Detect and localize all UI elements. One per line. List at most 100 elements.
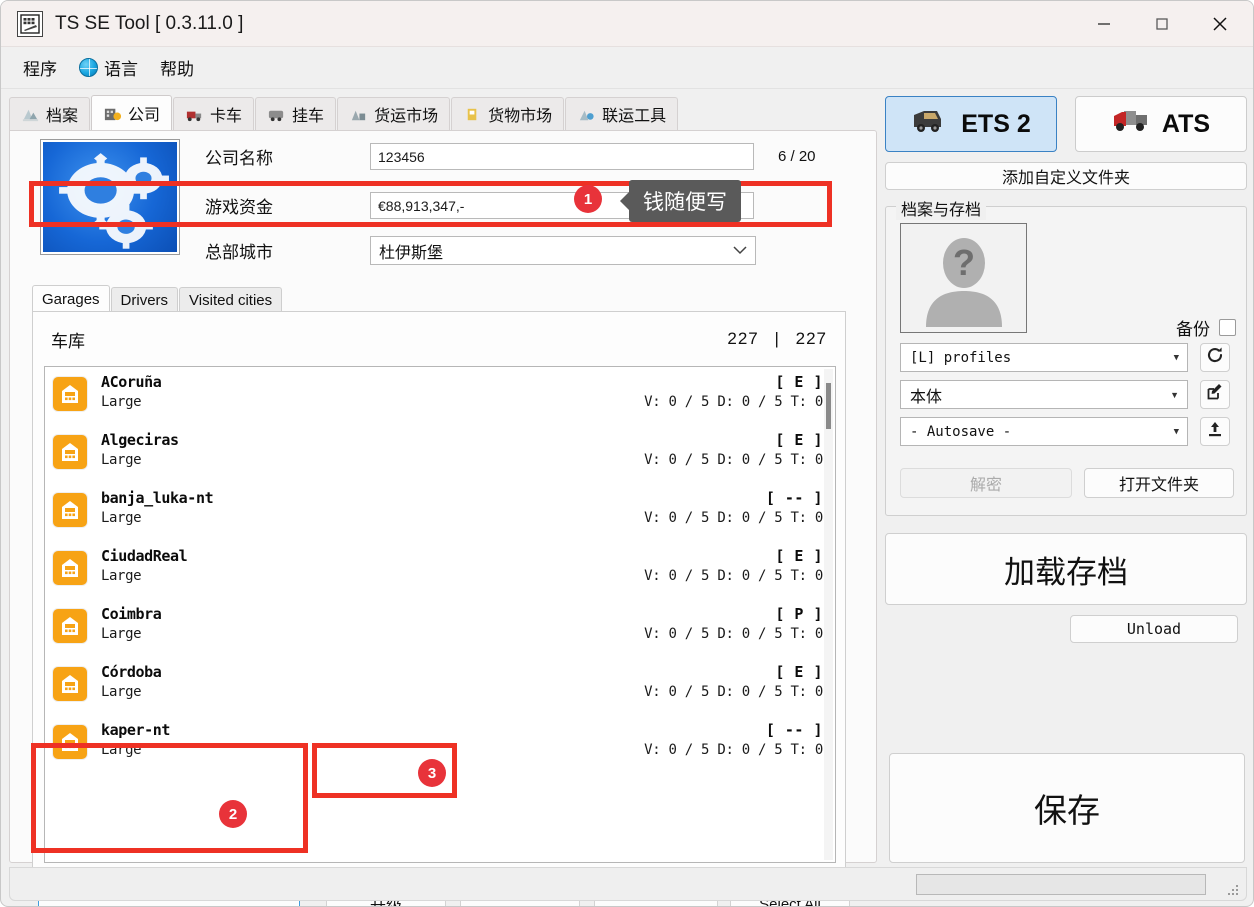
- platform-ets2-button[interactable]: ETS 2: [885, 96, 1057, 152]
- subtab-garages[interactable]: Garages: [32, 285, 110, 312]
- garages-count-separator: |: [774, 329, 780, 348]
- tab-freight-market[interactable]: 货运市场: [337, 97, 451, 130]
- savegame-value: - Autosave -: [910, 423, 1012, 440]
- table-row[interactable]: ACoruña Large [ E ] V: 0 / 5 D: 0 / 5 T:…: [45, 367, 835, 425]
- profiles-and-saves-group: 档案与存档 ? 备份 [L] profiles ▼ 本体 ▼ - Autosav…: [885, 196, 1247, 516]
- tab-intermodal-tools[interactable]: 联运工具: [565, 97, 679, 130]
- tooltip-money: 钱随便写: [629, 180, 741, 222]
- menu-item-program[interactable]: 程序: [23, 55, 57, 80]
- main-tab-bar: 档案 公司 卡车 挂车 货运市场 货物市场 联运工具: [9, 95, 877, 130]
- table-row[interactable]: banja_luka-nt Large [ -- ] V: 0 / 5 D: 0…: [45, 483, 835, 541]
- scrollbar-thumb[interactable]: [826, 383, 831, 429]
- sub-tab-bar: Garages Drivers Visited cities: [32, 285, 283, 312]
- table-row[interactable]: Córdoba Large [ E ] V: 0 / 5 D: 0 / 5 T:…: [45, 657, 835, 715]
- savegame-select[interactable]: - Autosave - ▼: [900, 417, 1188, 446]
- resize-grip[interactable]: [1228, 884, 1240, 896]
- garage-stats: V: 0 / 5 D: 0 / 5 T: 0: [644, 452, 823, 468]
- open-folder-button[interactable]: 打开文件夹: [1084, 468, 1234, 498]
- company-logo: [40, 139, 180, 255]
- tab-profiles[interactable]: 档案: [9, 97, 91, 130]
- hq-city-label: 总部城市: [205, 243, 273, 262]
- garage-size: Large: [101, 452, 142, 468]
- company-gears-logo: [43, 142, 177, 252]
- save-type-value: 本体: [910, 388, 943, 406]
- profile-select[interactable]: [L] profiles ▼: [900, 343, 1188, 372]
- edit-icon: [1206, 383, 1224, 406]
- hq-city-select[interactable]: 杜伊斯堡: [370, 236, 756, 265]
- unload-button[interactable]: Unload: [1070, 615, 1238, 643]
- decrypt-button[interactable]: 解密: [900, 468, 1072, 498]
- load-save-button[interactable]: 加载存档: [885, 533, 1247, 605]
- tab-trailers[interactable]: 挂车: [255, 97, 337, 130]
- subtab-garages-label: Garages: [42, 290, 100, 308]
- open-folder-label: 打开文件夹: [1118, 477, 1199, 494]
- trailer-icon: [268, 110, 284, 121]
- refresh-button[interactable]: [1200, 343, 1230, 372]
- table-row[interactable]: Algeciras Large [ E ] V: 0 / 5 D: 0 / 5 …: [45, 425, 835, 483]
- subtab-visited-cities[interactable]: Visited cities: [179, 287, 283, 312]
- menu-item-language-label: 语言: [104, 60, 138, 79]
- backup-checkbox[interactable]: [1219, 319, 1236, 336]
- company-name-row: 公司名称 123456 6 / 20: [205, 143, 845, 170]
- garage-stats: V: 0 / 5 D: 0 / 5 T: 0: [644, 626, 823, 642]
- tab-intermodal-tools-label: 联运工具: [602, 108, 667, 125]
- hq-city-row: 总部城市 杜伊斯堡: [205, 236, 845, 265]
- table-row[interactable]: Coimbra Large [ P ] V: 0 / 5 D: 0 / 5 T:…: [45, 599, 835, 657]
- garage-status-tag: [ P ]: [775, 605, 823, 623]
- close-button[interactable]: [1191, 1, 1249, 47]
- company-name-counter: 6 / 20: [778, 148, 816, 165]
- company-panel: 公司名称 123456 6 / 20 游戏资金 €88,913,347,- 总部…: [9, 130, 877, 906]
- garages-scrollbar[interactable]: [824, 369, 833, 860]
- platform-ats-button[interactable]: ATS: [1075, 96, 1247, 152]
- tab-freight-market-label: 货运市场: [374, 108, 439, 125]
- garages-count-right: 227: [795, 329, 827, 348]
- tab-trucks[interactable]: 卡车: [173, 97, 255, 130]
- decrypt-label: 解密: [969, 477, 1002, 494]
- edit-button[interactable]: [1200, 380, 1230, 409]
- menu-bar: 程序 语言 帮助: [1, 47, 1253, 89]
- truck-icon: [186, 111, 202, 121]
- globe-icon: [79, 58, 98, 77]
- garages-pane: 车库 227 | 227 ACoruña Large [E] V: 0 / …: [32, 311, 846, 874]
- tab-profiles-label: 档案: [46, 108, 79, 125]
- ets2-truck-icon: [911, 107, 953, 142]
- save-type-select[interactable]: 本体 ▼: [900, 380, 1188, 409]
- menu-item-language[interactable]: 语言: [79, 55, 138, 80]
- save-label: 保存: [1034, 792, 1100, 829]
- garages-list[interactable]: ACoruña Large [ E ] V: 0 / 5 D: 0 / 5 T:…: [44, 366, 836, 863]
- step-badge-2: 2: [219, 800, 247, 828]
- garage-icon: [53, 609, 87, 643]
- garage-icon: [53, 551, 87, 585]
- subtab-drivers-label: Drivers: [120, 291, 169, 309]
- step-badge-3: 3: [418, 759, 446, 787]
- chevron-down-icon: [733, 243, 747, 258]
- garage-status-tag: [ -- ]: [765, 489, 823, 507]
- garage-status-tag: [ E ]: [775, 547, 823, 565]
- title-bar: TS SE Tool [ 0.3.11.0 ]: [1, 1, 1253, 47]
- upload-button[interactable]: [1200, 417, 1230, 446]
- save-button[interactable]: 保存: [889, 753, 1245, 863]
- upload-icon: [1206, 420, 1224, 443]
- maximize-button[interactable]: [1133, 1, 1191, 47]
- garage-name: Algeciras: [101, 431, 179, 449]
- tab-cargo-market[interactable]: 货物市场: [451, 97, 565, 130]
- menu-item-help[interactable]: 帮助: [160, 55, 194, 80]
- step-badge-3-text: 3: [427, 764, 437, 782]
- garage-name: Coimbra: [101, 605, 162, 623]
- garage-size: Large: [101, 510, 142, 526]
- garage-status-tag: [ E ]: [775, 663, 823, 681]
- company-name-input[interactable]: 123456: [370, 143, 754, 170]
- game-money-row: 游戏资金 €88,913,347,-: [205, 192, 845, 219]
- add-custom-folder-button[interactable]: 添加自定义文件夹: [885, 162, 1247, 190]
- intermodal-icon: [579, 110, 594, 120]
- tab-company[interactable]: 公司: [91, 95, 173, 130]
- chevron-down-icon: ▼: [1170, 389, 1179, 400]
- table-row[interactable]: CiudadReal Large [ E ] V: 0 / 5 D: 0 / 5…: [45, 541, 835, 599]
- garages-heading: 车库: [51, 331, 85, 351]
- platform-ats-label: ATS: [1161, 109, 1211, 138]
- minimize-button[interactable]: [1075, 1, 1133, 47]
- garages-header: 车库 227 | 227: [33, 312, 845, 366]
- ats-truck-icon: [1112, 107, 1154, 142]
- garage-name: CiudadReal: [101, 547, 188, 565]
- subtab-drivers[interactable]: Drivers: [110, 287, 179, 312]
